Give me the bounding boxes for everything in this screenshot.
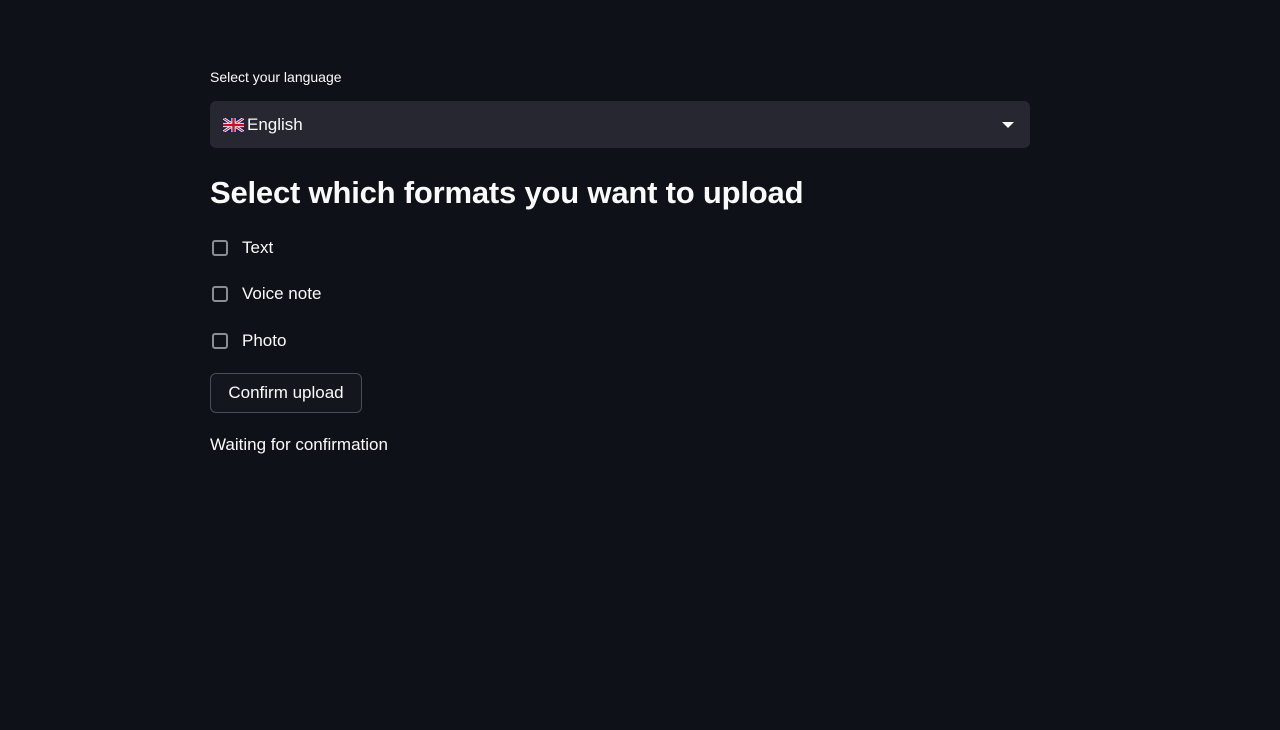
checkbox-text[interactable]: Text — [210, 236, 273, 260]
checkbox-voice-note[interactable]: Voice note — [210, 282, 321, 306]
checkbox-icon[interactable] — [212, 240, 228, 256]
uk-flag-icon — [223, 118, 244, 132]
status-text: Waiting for confirmation — [210, 435, 388, 454]
language-select-label: Select your language — [210, 69, 342, 85]
checkbox-voice-note-label: Voice note — [242, 284, 322, 303]
checkbox-icon[interactable] — [212, 286, 228, 302]
checkbox-photo[interactable]: Photo — [210, 329, 286, 353]
chevron-down-icon[interactable] — [1002, 122, 1014, 128]
checkbox-photo-label: Photo — [242, 331, 287, 350]
checkbox-text-label: Text — [242, 238, 274, 257]
language-selected-label: English — [247, 115, 303, 134]
checkbox-icon[interactable] — [212, 333, 228, 349]
language-selected-value: English — [223, 115, 303, 135]
confirm-upload-button[interactable]: Confirm upload — [210, 373, 362, 413]
language-select[interactable]: English — [210, 101, 1030, 148]
formats-heading: Select which formats you want to upload — [210, 175, 804, 210]
